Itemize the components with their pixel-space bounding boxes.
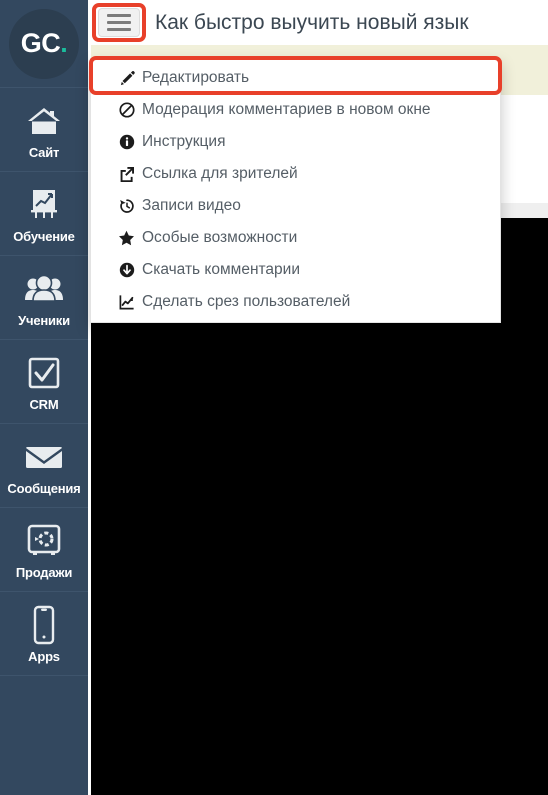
- sidebar-bottom-spacer: [0, 676, 88, 736]
- context-menu: Редактировать Модерация комментариев в н…: [90, 58, 501, 323]
- menu-item-label: Модерация комментариев в новом окне: [142, 101, 431, 118]
- safe-icon: [24, 520, 64, 562]
- menu-item-label: Сделать срез пользователей: [142, 293, 351, 310]
- menu-item-instruction[interactable]: Инструкция: [91, 126, 500, 158]
- sidebar-item-label: Ученики: [18, 312, 70, 328]
- sidebar-item-label: Apps: [28, 648, 60, 664]
- sidebar-item-label: Сайт: [28, 144, 60, 160]
- pencil-icon: [118, 70, 135, 87]
- external-link-icon: [118, 166, 135, 183]
- sidebar-item-site[interactable]: Сайт: [0, 88, 88, 172]
- menu-item-download-comments[interactable]: Скачать комментарии: [91, 254, 500, 286]
- page-title: Как быстро выучить новый язык: [155, 11, 469, 34]
- logo-text: GC: [20, 28, 61, 58]
- download-circle-icon: [118, 262, 135, 279]
- sidebar-item-sales[interactable]: Продажи: [0, 508, 88, 592]
- menu-item-label: Ссылка для зрителей: [142, 165, 298, 182]
- menu-item-label: Особые возможности: [142, 229, 298, 246]
- sidebar-item-students[interactable]: Ученики: [0, 256, 88, 340]
- menu-item-label: Записи видео: [142, 197, 241, 214]
- app-root: GC. Сайт Обучение Ученики CRM Сообщения …: [0, 0, 548, 795]
- sidebar-item-label: Сообщения: [7, 480, 81, 496]
- sidebar-item-apps[interactable]: Apps: [0, 592, 88, 676]
- menu-item-label: Редактировать: [142, 69, 250, 86]
- star-icon: [118, 230, 135, 247]
- sidebar-item-crm[interactable]: CRM: [0, 340, 88, 424]
- sidebar-item-label: Обучение: [13, 228, 75, 244]
- sidebar-item-label: CRM: [29, 396, 59, 412]
- check-square-icon: [24, 352, 64, 394]
- menu-item-label: Скачать комментарии: [142, 261, 300, 278]
- logo-circle: GC.: [9, 8, 79, 79]
- menu-item-label: Инструкция: [142, 133, 226, 150]
- menu-item-user-segment[interactable]: Сделать срез пользователей: [91, 286, 500, 318]
- menu-item-special-features[interactable]: Особые возможности: [91, 222, 500, 254]
- info-circle-icon: [118, 134, 135, 151]
- history-clock-icon: [118, 198, 135, 215]
- ban-icon: [118, 102, 135, 119]
- sidebar-item-messages[interactable]: Сообщения: [0, 424, 88, 508]
- menu-item-comment-moderation[interactable]: Модерация комментариев в новом окне: [91, 94, 500, 126]
- menu-item-edit[interactable]: Редактировать: [91, 62, 500, 94]
- users-icon: [24, 268, 64, 310]
- sidebar-item-training[interactable]: Обучение: [0, 172, 88, 256]
- menu-item-video-records[interactable]: Записи видео: [91, 190, 500, 222]
- home-icon: [24, 100, 64, 142]
- envelope-icon: [24, 436, 64, 478]
- sidebar: GC. Сайт Обучение Ученики CRM Сообщения …: [0, 0, 88, 795]
- menu-item-viewer-link[interactable]: Ссылка для зрителей: [91, 158, 500, 190]
- sidebar-item-label: Продажи: [15, 564, 73, 580]
- mobile-icon: [24, 604, 64, 646]
- hamburger-highlight-box: [92, 3, 146, 42]
- chart-board-icon: [24, 184, 64, 226]
- chart-line-icon: [118, 294, 135, 311]
- app-logo[interactable]: GC.: [0, 0, 88, 88]
- logo-accent-text: .: [60, 28, 68, 58]
